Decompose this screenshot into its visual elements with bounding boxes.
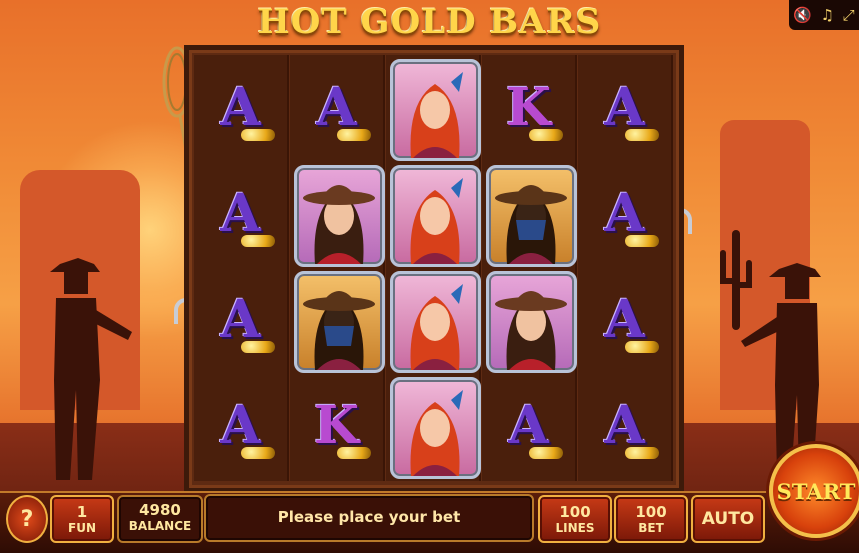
gold-coins-icon <box>529 447 563 459</box>
bet-label: BET <box>638 521 664 535</box>
music-icon[interactable]: ♫ <box>821 6 834 24</box>
redhead-portrait <box>390 59 481 161</box>
symbol-a: A <box>194 267 287 371</box>
balance-label: BALANCE <box>128 519 192 533</box>
gold-coins-icon <box>241 447 275 459</box>
fun-button[interactable]: 1 FUN <box>50 495 114 543</box>
start-label: START <box>776 478 856 504</box>
symbol-a: A <box>194 161 287 265</box>
bandit-portrait <box>294 271 385 373</box>
help-label: ? <box>20 506 34 532</box>
lines-label: LINES <box>555 521 595 535</box>
symbol-k: K <box>290 373 383 477</box>
bandit-portrait <box>486 165 577 267</box>
symbol-redhead <box>386 373 481 479</box>
fun-label: FUN <box>68 521 96 535</box>
gold-coins-icon <box>625 447 659 459</box>
game-title: HOT GOLD BARS <box>257 2 602 42</box>
status-message: Please place your bet <box>277 508 461 526</box>
help-button[interactable]: ? <box>6 495 48 543</box>
balance-value: 4980 <box>139 501 181 519</box>
symbol-a: A <box>578 267 671 371</box>
reel-2: AK <box>290 55 385 481</box>
cactus-silhouette <box>720 230 752 330</box>
bet-button[interactable]: 100 BET <box>614 495 688 543</box>
gold-coins-icon <box>241 235 275 247</box>
reels-frame: AAAAAKKAAAAA <box>184 45 684 493</box>
symbol-a: A <box>290 55 383 159</box>
symbol-redhead <box>386 55 481 161</box>
cowgirl-portrait <box>294 165 385 267</box>
gold-coins-icon <box>241 129 275 141</box>
balance-panel: 4980 BALANCE <box>117 495 203 543</box>
symbol-bandit <box>290 267 385 373</box>
symbol-redhead <box>386 267 481 373</box>
gold-coins-icon <box>337 129 371 141</box>
reel-5: AAAA <box>578 55 673 481</box>
auto-label: AUTO <box>701 509 755 529</box>
symbol-bandit <box>482 161 577 267</box>
symbol-a: A <box>578 55 671 159</box>
lines-button[interactable]: 100 LINES <box>538 495 612 543</box>
start-button[interactable]: START <box>769 444 859 538</box>
symbol-cowgirl <box>290 161 385 267</box>
symbol-a: A <box>482 373 575 477</box>
reel-3 <box>386 55 481 481</box>
symbol-k: K <box>482 55 575 159</box>
top-controls: 🔇 ♫ ⤢ <box>789 0 859 30</box>
gold-coins-icon <box>625 235 659 247</box>
gold-coins-icon <box>625 129 659 141</box>
gold-coins-icon <box>625 341 659 353</box>
symbol-a: A <box>194 373 287 477</box>
lines-value: 100 <box>559 503 591 521</box>
gold-coins-icon <box>529 129 563 141</box>
redhead-portrait <box>390 165 481 267</box>
fullscreen-icon[interactable]: ⤢ <box>843 6 855 24</box>
auto-button[interactable]: AUTO <box>691 495 765 543</box>
fun-value: 1 <box>76 503 88 521</box>
cowboy-left-silhouette <box>50 258 132 480</box>
gold-coins-icon <box>241 341 275 353</box>
cowgirl-portrait <box>486 271 577 373</box>
symbol-a: A <box>578 373 671 477</box>
speaker-mute-icon[interactable]: 🔇 <box>793 6 812 24</box>
symbol-a: A <box>194 55 287 159</box>
reel-4: KA <box>482 55 577 481</box>
symbol-cowgirl <box>482 267 577 373</box>
symbol-a: A <box>578 161 671 265</box>
gold-coins-icon <box>337 447 371 459</box>
redhead-portrait <box>390 271 481 373</box>
redhead-portrait <box>390 377 481 479</box>
bet-value: 100 <box>635 503 667 521</box>
symbol-redhead <box>386 161 481 267</box>
reel-1: AAAA <box>194 55 289 481</box>
